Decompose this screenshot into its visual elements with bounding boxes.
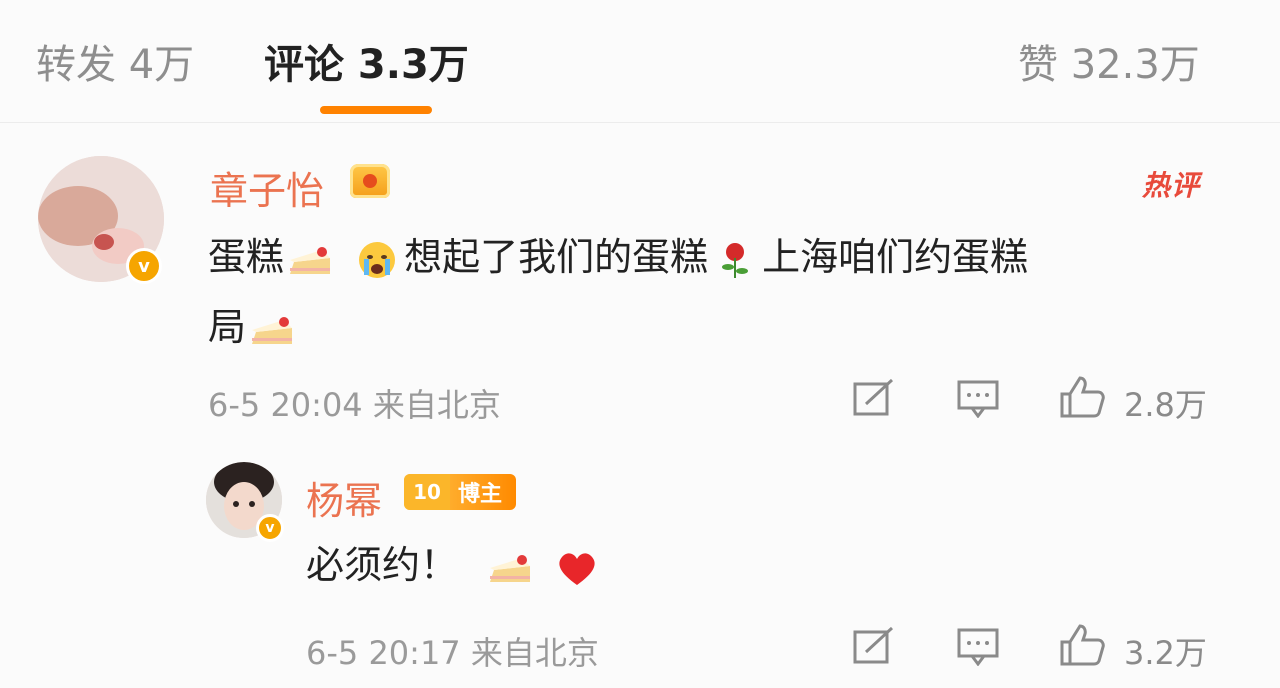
like-icon[interactable] xyxy=(1058,374,1106,418)
reply-username[interactable]: 杨幂 xyxy=(306,470,382,525)
comment-text-part: 局 xyxy=(208,305,247,349)
active-tab-indicator xyxy=(320,106,432,114)
tab-like[interactable]: 赞 32.3万 xyxy=(1018,32,1200,90)
reply-meta: 6-5 20:17 来自北京 xyxy=(306,634,599,672)
share-icon[interactable] xyxy=(852,626,896,666)
tab-repost[interactable]: 转发 4万 xyxy=(36,32,194,90)
reply-text-content: 必须约！ xyxy=(306,543,459,587)
like-count: 2.8万 xyxy=(1124,386,1207,424)
verified-badge: v xyxy=(126,248,162,284)
comment-icon[interactable] xyxy=(956,626,1000,666)
comment-username[interactable]: 章子怡 xyxy=(210,160,324,215)
cake-emoji xyxy=(290,246,331,274)
comment-tabs: 转发 4万 评论 3.3万 赞 32.3万 xyxy=(0,0,1280,123)
comment-text-part: 蛋糕 xyxy=(208,235,285,279)
crown-icon xyxy=(350,164,390,198)
comment-icon[interactable] xyxy=(956,378,1000,418)
reply-text: 必须约！ xyxy=(306,530,604,600)
verified-badge: v xyxy=(256,514,284,542)
comment-meta: 6-5 20:04 来自北京 xyxy=(208,386,501,424)
like-count: 3.2万 xyxy=(1124,634,1207,672)
comment-text-part: 上海咱们约蛋糕 xyxy=(762,235,1029,279)
tab-comment[interactable]: 评论 3.3万 xyxy=(264,32,469,90)
rose-emoji xyxy=(722,242,749,278)
comment-text: 蛋糕 想起了我们的蛋糕 上海咱们约蛋糕局 xyxy=(208,222,1218,362)
heart-emoji xyxy=(559,552,595,585)
crying-emoji xyxy=(359,241,396,278)
cake-emoji xyxy=(490,554,531,582)
like-icon[interactable] xyxy=(1058,622,1106,666)
cake-emoji xyxy=(252,316,293,344)
blogger-badge-label: 博主 xyxy=(458,482,503,507)
comment-text-part: 想起了我们的蛋糕 xyxy=(404,235,709,279)
blogger-badge: 10 博主 xyxy=(404,474,516,510)
hot-comment-tag: 热评 xyxy=(1142,169,1201,202)
share-icon[interactable] xyxy=(852,378,896,418)
level-badge: 10 xyxy=(404,474,450,510)
